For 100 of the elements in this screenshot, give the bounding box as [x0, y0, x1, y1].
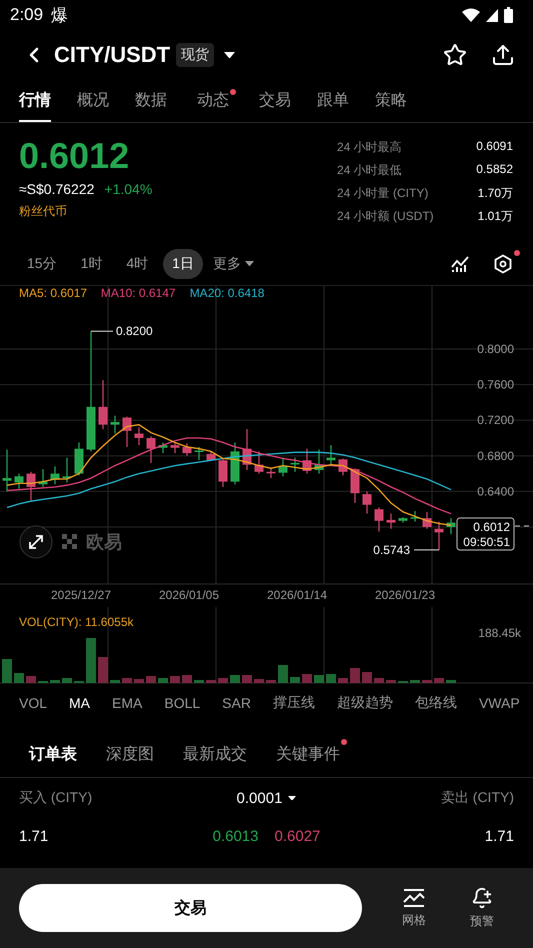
candle	[350, 468, 360, 503]
candle	[374, 507, 384, 532]
tab[interactable]: 策略	[375, 80, 407, 122]
volume-bar	[218, 678, 228, 683]
volume-bar	[422, 680, 432, 683]
logo-icon	[62, 534, 77, 549]
ma-legend: MA5: 0.6017	[19, 286, 88, 300]
tab[interactable]: 概况	[77, 80, 109, 122]
axis-label: 0.7600	[477, 378, 514, 392]
last-price-box	[456, 517, 514, 550]
candle	[206, 451, 216, 462]
candle	[146, 436, 156, 463]
tab[interactable]: 跟单	[317, 80, 349, 122]
alert-button[interactable]: 预警	[458, 886, 506, 930]
stat-value: 1.01万	[476, 208, 513, 225]
status-time: 2:09	[10, 5, 44, 25]
axis-label: 0.8000	[477, 342, 514, 356]
volume-bar	[194, 680, 204, 683]
price-label: 0.6012	[473, 520, 510, 534]
candle	[62, 458, 72, 483]
candle	[278, 458, 288, 476]
volume-bar	[278, 665, 288, 683]
indicator-tab[interactable]: SAR	[222, 695, 251, 711]
tab[interactable]: 行情	[19, 80, 51, 122]
axis-label: 0.6400	[477, 484, 514, 498]
volume-bar	[374, 678, 384, 683]
wifi-icon	[462, 8, 480, 22]
candle	[182, 443, 192, 456]
tab[interactable]: 交易	[259, 80, 291, 122]
volume-bar	[14, 673, 24, 683]
book-tab[interactable]: 关键事件	[276, 744, 340, 765]
grid-button[interactable]: 网格	[390, 888, 438, 928]
ask-size: 1.71	[484, 828, 514, 844]
candle	[218, 459, 228, 487]
candle	[242, 429, 252, 470]
indicator-button[interactable]	[451, 255, 469, 273]
timeframe-tab[interactable]: 4时	[117, 249, 158, 279]
leader-line	[414, 549, 440, 550]
volume-bar	[242, 675, 252, 683]
axis-label: 0.7200	[477, 413, 514, 428]
book-tab[interactable]: 订单表	[29, 744, 77, 765]
timeframe-tab[interactable]: 1日	[163, 249, 203, 279]
market-badge: 现货	[176, 43, 214, 67]
expand-button[interactable]	[20, 526, 52, 558]
favorite-button[interactable]	[443, 43, 467, 67]
candle	[38, 469, 48, 487]
indicator-tab[interactable]: BOLL	[164, 695, 200, 711]
settings-icon	[493, 254, 513, 274]
axis-label: 0.6800	[477, 448, 514, 463]
indicator-tab[interactable]: 超级趋势	[336, 694, 393, 712]
timeframe-tab[interactable]: 15分	[18, 249, 66, 279]
candle	[386, 514, 396, 529]
candle	[314, 450, 324, 474]
indicator-tab[interactable]: 撑压线	[272, 694, 315, 712]
volume-bar	[122, 678, 132, 683]
volume-bar	[230, 675, 240, 683]
tab[interactable]: 数据	[135, 80, 167, 122]
pair-dropdown-button[interactable]	[224, 52, 236, 58]
timeframe-tab[interactable]: 1时	[72, 249, 112, 279]
indicator-tab[interactable]: VOL	[19, 695, 48, 711]
indicator-tab[interactable]: EMA	[112, 695, 142, 711]
candle	[98, 380, 108, 430]
more-button[interactable]: 更多	[208, 249, 258, 279]
volume-bar	[362, 672, 372, 683]
ma-legend: MA10: 0.6147	[100, 286, 176, 300]
date-label: 2026/01/23	[374, 588, 436, 602]
candle	[26, 472, 36, 500]
candle	[290, 458, 300, 472]
ask-price: 0.6027	[274, 828, 320, 844]
volume-bar	[26, 676, 36, 683]
candle	[170, 443, 180, 454]
caret-icon	[288, 796, 296, 800]
volume-bar	[62, 678, 72, 683]
column-header: 买入 (CITY)	[19, 789, 94, 807]
token-tag: 粉丝代币	[19, 203, 337, 220]
candle	[74, 442, 84, 476]
signal-icon	[486, 8, 498, 22]
candle	[434, 522, 444, 550]
bid-size: 1.71	[19, 828, 50, 844]
candle	[2, 450, 12, 492]
star-icon	[443, 43, 467, 67]
indicator-tab[interactable]: MA	[69, 695, 90, 711]
indicator-tab[interactable]: VWAP	[478, 695, 520, 711]
precision-dropdown[interactable]: 0.0001	[236, 790, 296, 806]
trade-button[interactable]: 交易	[19, 884, 362, 932]
volume-bar	[98, 657, 108, 683]
volume-bar	[410, 680, 420, 683]
book-tab[interactable]: 最新成交	[183, 744, 247, 765]
notification-icon: 爆	[51, 4, 68, 26]
bell-icon	[471, 886, 493, 908]
tab[interactable]: 动态	[197, 80, 229, 122]
volume-bar	[350, 668, 360, 683]
ma-legend: MA20: 0.6418	[190, 286, 264, 300]
volume-bar	[446, 680, 456, 683]
share-button[interactable]	[491, 43, 515, 67]
book-tab[interactable]: 深度图	[106, 744, 154, 765]
axis-label: 188.45k	[478, 626, 521, 640]
candle	[446, 518, 456, 534]
indicator-tab[interactable]: 包络线	[414, 694, 457, 712]
grid-chart-icon	[403, 888, 425, 908]
